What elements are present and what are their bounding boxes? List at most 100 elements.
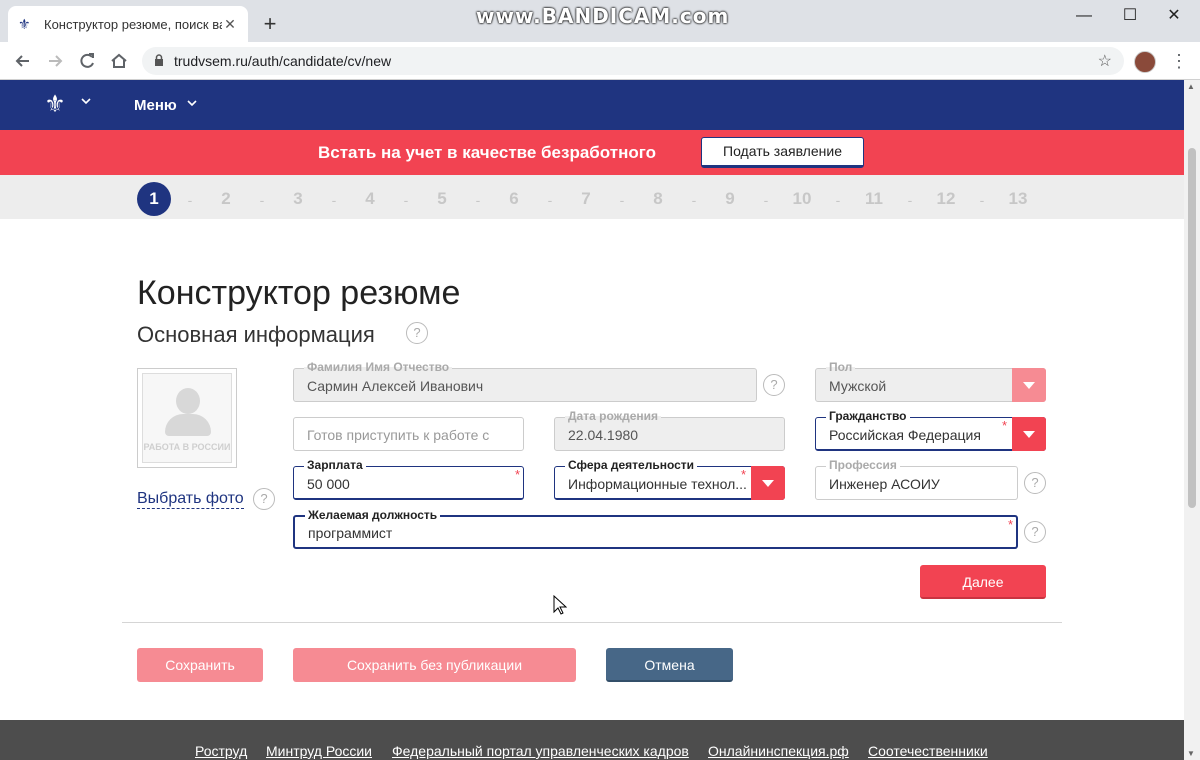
new-tab-button[interactable]: +: [258, 12, 282, 36]
page-title: Конструктор резюме: [137, 274, 461, 312]
fio-field[interactable]: Фамилия Имя Отчество Сармин Алексей Иван…: [293, 360, 757, 402]
wizard-step-separator: -: [979, 192, 985, 208]
cancel-button[interactable]: Отмена: [606, 648, 733, 682]
wizard-step-separator: -: [403, 192, 409, 208]
browser-tab-bar: ⚜ Конструктор резюме, поиск вак ✕ + www.…: [0, 0, 1200, 42]
scrollbar-thumb[interactable]: [1188, 148, 1196, 508]
footer-link-rostrud[interactable]: Роструд: [195, 743, 247, 759]
wizard-step-5[interactable]: 5: [425, 182, 459, 216]
ready-from-input[interactable]: Готов приступить к работе с: [293, 417, 524, 451]
save-without-publishing-button[interactable]: Сохранить без публикации: [293, 648, 576, 682]
wizard-step-7[interactable]: 7: [569, 182, 603, 216]
menu-chevron-down-icon[interactable]: [186, 97, 198, 112]
divider: [122, 622, 1062, 623]
site-header: ⚜ Меню: [0, 80, 1184, 130]
section-title: Основная информация: [137, 322, 375, 347]
citizenship-value: Российская Федерация: [829, 427, 981, 443]
fio-help-icon[interactable]: ?: [763, 374, 785, 396]
citizenship-label: Гражданство: [826, 409, 910, 423]
footer-link-mintrud[interactable]: Минтруд России: [266, 743, 372, 759]
salary-value: 50 000: [307, 476, 350, 492]
back-arrow-icon[interactable]: [12, 50, 34, 72]
wizard-step-separator: -: [259, 192, 265, 208]
lock-icon: [154, 53, 164, 69]
window-close-button[interactable]: ✕: [1154, 4, 1194, 28]
citizenship-select[interactable]: Гражданство Российская Федерация *: [815, 409, 1046, 451]
home-icon[interactable]: [108, 50, 130, 72]
wizard-step-12[interactable]: 12: [929, 182, 963, 216]
wizard-step-separator: -: [475, 192, 481, 208]
wizard-step-separator: -: [619, 192, 625, 208]
scroll-down-arrow-icon[interactable]: ▼: [1187, 749, 1195, 758]
footer-link-online-inspection[interactable]: Онлайнинспекция.рф: [708, 743, 849, 759]
footer-link-cadre-portal[interactable]: Федеральный портал управленческих кадров: [392, 743, 689, 759]
photo-help-icon[interactable]: ?: [253, 488, 275, 510]
page-scrollbar[interactable]: ▲ ▼: [1184, 80, 1200, 760]
gender-label: Пол: [826, 360, 856, 374]
banner-text: Встать на учет в качестве безработного: [318, 143, 656, 162]
bookmark-star-icon[interactable]: ☆: [1098, 51, 1112, 71]
reload-icon[interactable]: [76, 50, 98, 72]
wizard-step-9[interactable]: 9: [713, 182, 747, 216]
footer-link-compatriots[interactable]: Соотечественники: [868, 743, 988, 759]
window-minimize-button[interactable]: —: [1064, 4, 1104, 28]
desired-position-help-icon[interactable]: ?: [1024, 521, 1046, 543]
wizard-step-13[interactable]: 13: [1001, 182, 1035, 216]
coat-of-arms-icon[interactable]: ⚜: [40, 90, 70, 120]
browser-toolbar: trudvsem.ru/auth/candidate/cv/new ☆ ⋮: [0, 42, 1200, 80]
wizard-step-4[interactable]: 4: [353, 182, 387, 216]
save-button[interactable]: Сохранить: [137, 648, 263, 682]
wizard-step-10[interactable]: 10: [785, 182, 819, 216]
wizard-step-2[interactable]: 2: [209, 182, 243, 216]
desired-position-input[interactable]: Желаемая должность программист *: [293, 508, 1018, 549]
profession-help-icon[interactable]: ?: [1024, 472, 1046, 494]
required-mark: *: [1007, 517, 1013, 532]
wizard-step-separator: -: [691, 192, 697, 208]
fio-label: Фамилия Имя Отчество: [304, 360, 453, 374]
forward-arrow-icon[interactable]: [44, 50, 66, 72]
wizard-step-11[interactable]: 11: [857, 182, 891, 216]
wizard-step-1[interactable]: 1: [137, 182, 171, 216]
wizard-step-separator: -: [907, 192, 913, 208]
wizard-steps: 1-2-3-4-5-6-7-8-9-10-11-12-13: [0, 175, 1184, 219]
sphere-select[interactable]: Сфера деятельности Информационные технол…: [554, 458, 785, 500]
chevron-down-icon[interactable]: [80, 95, 92, 110]
choose-photo-link[interactable]: Выбрать фото: [137, 490, 244, 509]
scroll-up-arrow-icon[interactable]: ▲: [1187, 82, 1195, 91]
url-text: trudvsem.ru/auth/candidate/cv/new: [174, 53, 392, 69]
wizard-step-separator: -: [331, 192, 337, 208]
tab-title: Конструктор резюме, поиск вак: [44, 16, 222, 32]
sphere-value: Информационные технол...: [568, 476, 747, 492]
tab-close-icon[interactable]: ✕: [222, 16, 238, 33]
desired-position-value: программист: [308, 525, 393, 541]
recording-watermark: www.BANDICAM.com: [476, 4, 730, 28]
salary-input[interactable]: Зарплата 50 000 *: [293, 458, 524, 500]
birth-date-value: 22.04.1980: [568, 427, 639, 443]
citizenship-dropdown-arrow-icon[interactable]: [1012, 417, 1046, 451]
profession-input[interactable]: Профессия Инженер АСОИУ: [815, 458, 1018, 500]
salary-label: Зарплата: [304, 458, 366, 472]
wizard-step-6[interactable]: 6: [497, 182, 531, 216]
profession-value: Инженер АСОИУ: [829, 476, 940, 492]
wizard-step-3[interactable]: 3: [281, 182, 315, 216]
wizard-step-separator: -: [763, 192, 769, 208]
photo-placeholder[interactable]: РАБОТА В РОССИИ: [137, 368, 237, 468]
ready-from-placeholder: Готов приступить к работе с: [307, 427, 490, 443]
wizard-step-8[interactable]: 8: [641, 182, 675, 216]
section-help-icon[interactable]: ?: [406, 322, 428, 344]
profile-avatar[interactable]: [1134, 51, 1156, 73]
gender-dropdown-arrow-icon[interactable]: [1012, 368, 1046, 402]
wizard-step-separator: -: [547, 192, 553, 208]
person-silhouette-icon: [176, 388, 200, 414]
birth-date-field[interactable]: Дата рождения 22.04.1980: [554, 409, 785, 451]
unemployment-banner: Встать на учет в качестве безработного П…: [0, 130, 1184, 175]
gender-select[interactable]: Пол Мужской: [815, 360, 1046, 402]
sphere-dropdown-arrow-icon[interactable]: [751, 466, 785, 500]
address-bar[interactable]: trudvsem.ru/auth/candidate/cv/new ☆: [142, 47, 1124, 75]
menu-button[interactable]: Меню: [134, 97, 177, 114]
browser-menu-icon[interactable]: ⋮: [1170, 50, 1188, 72]
window-maximize-button[interactable]: ☐: [1110, 4, 1150, 28]
next-button[interactable]: Далее: [920, 565, 1046, 599]
submit-application-button[interactable]: Подать заявление: [701, 137, 864, 168]
browser-tab[interactable]: ⚜ Конструктор резюме, поиск вак ✕: [8, 6, 248, 42]
